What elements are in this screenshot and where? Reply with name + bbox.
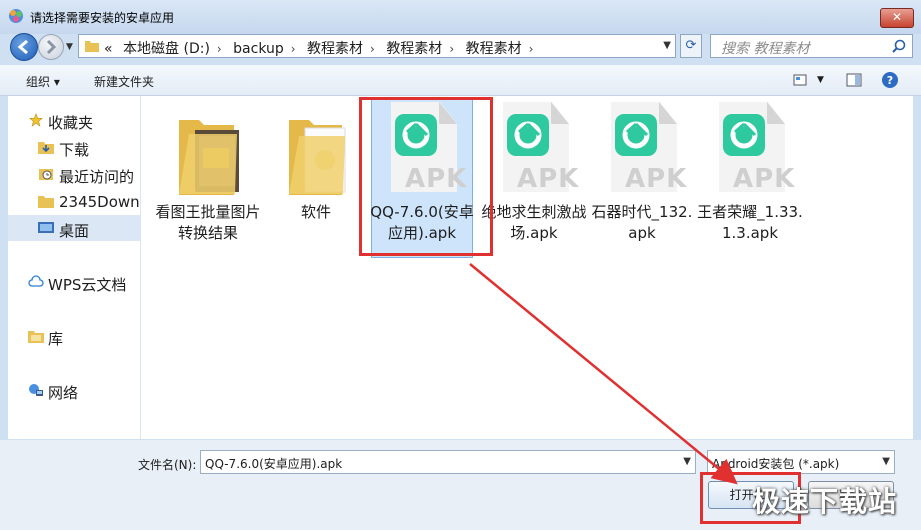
recent-icon — [39, 169, 53, 180]
apk-file-icon: APK — [713, 102, 794, 198]
sidebar-item-label: 收藏夹 — [48, 114, 94, 132]
folder-icon — [38, 196, 54, 208]
view-options-icon[interactable] — [792, 71, 810, 89]
breadcrumb-item[interactable]: backup — [233, 41, 284, 57]
sidebar-item-label: 最近访问的 — [59, 168, 135, 186]
command-toolbar: 组织 ▾ 新建文件夹 ▼ ? — [0, 65, 921, 96]
android-app-logo-icon — [723, 114, 765, 156]
folder-icon — [179, 120, 239, 195]
download-folder-icon — [38, 142, 54, 154]
app-icon — [9, 9, 23, 23]
file-item-folder[interactable]: 软件 — [261, 96, 371, 266]
folder-icon — [85, 41, 99, 52]
sidebar-item-library[interactable]: 库 — [8, 323, 140, 349]
sidebar-item-recent[interactable]: 最近访问的 — [8, 161, 140, 187]
file-item-apk[interactable]: APK 绝地求生刺激战场.apk — [479, 96, 589, 266]
breadcrumb-item[interactable]: 本地磁盘 (D:) — [123, 41, 210, 57]
close-button[interactable]: ✕ — [880, 8, 914, 28]
file-item-apk[interactable]: APK 石器时代_132.apk — [587, 96, 697, 266]
file-name: 石器时代_132.apk — [591, 203, 693, 242]
refresh-icon: ⟳ — [685, 38, 697, 53]
filename-input[interactable]: QQ-7.6.0(安卓应用).apk ▼ — [200, 450, 696, 474]
filename-label: 文件名(N): — [138, 458, 197, 472]
help-icon[interactable]: ? — [881, 71, 899, 89]
apk-label: APK — [517, 164, 580, 194]
breadcrumb: « 本地磁盘 (D:) › backup › 教程素材 › 教程素材 › 教程素材 › — [104, 38, 540, 58]
sidebar-item-label: 桌面 — [59, 222, 90, 240]
breadcrumb-item[interactable]: 教程素材 — [466, 41, 522, 57]
search-input[interactable]: 搜索 教程素材 — [710, 34, 913, 58]
file-name: 绝地求生刺激战场.apk — [481, 203, 587, 242]
filename-history-dropdown[interactable]: ▼ — [683, 456, 691, 467]
arrow-right-icon — [46, 39, 57, 55]
sidebar-item-label: 2345Down — [59, 193, 140, 211]
organize-button[interactable]: 组织 ▾ — [26, 73, 60, 90]
sidebar-item-label: 网络 — [48, 384, 79, 402]
sidebar-item-label: 下载 — [59, 141, 90, 159]
navigation-pane: 收藏夹 下载 最近访问的 2345Down 桌面 WPS云文档 库 网络 — [8, 96, 141, 439]
preview-pane-icon[interactable] — [845, 71, 863, 89]
recent-locations-dropdown[interactable]: ▼ — [66, 42, 73, 52]
sidebar-item-downloads[interactable]: 下载 — [8, 134, 140, 160]
breadcrumb-separator[interactable]: › — [370, 42, 375, 56]
file-open-dialog: 请选择需要安装的安卓应用 ✕ ▼ « 本地磁盘 (D:) › backup › 教程… — [0, 0, 921, 530]
breadcrumb-separator[interactable]: › — [449, 42, 454, 56]
search-placeholder: 搜索 教程素材 — [721, 41, 810, 57]
apk-file-icon: APK — [605, 102, 686, 198]
breadcrumb-separator[interactable]: › — [291, 42, 296, 56]
apk-file-icon: APK — [385, 102, 466, 198]
folder-icon — [289, 120, 346, 195]
breadcrumb-prefix[interactable]: « — [104, 41, 113, 57]
breadcrumb-separator[interactable]: › — [217, 42, 222, 56]
sidebar-item-2345down[interactable]: 2345Down — [8, 188, 140, 214]
android-app-logo-icon — [507, 114, 549, 156]
android-app-logo-icon — [615, 114, 657, 156]
file-name: 软件 — [300, 203, 331, 221]
apk-label: APK — [625, 164, 688, 194]
network-icon — [29, 384, 43, 396]
file-name: 看图王批量图片转换结果 — [155, 203, 261, 242]
breadcrumb-item[interactable]: 教程素材 — [307, 41, 363, 57]
title-bar: 请选择需要安装的安卓应用 ✕ — [0, 0, 921, 34]
apk-label: APK — [733, 164, 796, 194]
sidebar-item-favorites[interactable]: 收藏夹 — [8, 107, 140, 133]
apk-file-icon: APK — [497, 102, 578, 198]
sidebar-item-desktop[interactable]: 桌面 — [8, 215, 140, 241]
filename-value: QQ-7.6.0(安卓应用).apk — [205, 457, 343, 471]
desktop-icon — [38, 222, 54, 233]
cloud-icon — [28, 275, 44, 287]
android-app-logo-icon — [395, 114, 437, 156]
view-options-dropdown[interactable]: ▼ — [817, 75, 824, 85]
file-name: QQ-7.6.0(安卓应用).apk — [370, 203, 474, 242]
window-title: 请选择需要安装的安卓应用 — [30, 11, 175, 25]
arrow-left-icon — [17, 39, 28, 55]
sidebar-item-network[interactable]: 网络 — [8, 377, 140, 403]
file-item-folder[interactable]: 看图王批量图片转换结果 — [153, 96, 263, 266]
file-list: 看图王批量图片转换结果 软件 APK QQ-7.6.0(安卓应用).apk AP… — [141, 96, 913, 439]
sidebar-item-wps-cloud[interactable]: WPS云文档 — [8, 269, 140, 295]
library-icon — [28, 331, 44, 343]
file-name: 王者荣耀_1.33.1.3.apk — [697, 203, 803, 242]
breadcrumb-separator[interactable]: › — [529, 42, 534, 56]
apk-label: APK — [405, 164, 468, 194]
address-history-dropdown[interactable]: ▼ — [663, 40, 671, 51]
back-button[interactable] — [10, 33, 38, 61]
sidebar-item-label: 库 — [48, 330, 64, 348]
svg-text:?: ? — [887, 74, 893, 87]
new-folder-button[interactable]: 新建文件夹 — [94, 73, 154, 90]
forward-button[interactable] — [38, 34, 64, 60]
file-item-apk[interactable]: APK QQ-7.6.0(安卓应用).apk — [367, 96, 477, 266]
breadcrumb-item[interactable]: 教程素材 — [386, 41, 442, 57]
file-item-apk[interactable]: APK 王者荣耀_1.33.1.3.apk — [695, 96, 805, 266]
search-icon — [892, 39, 906, 53]
filetype-value: Android安装包 (*.apk) — [712, 457, 840, 471]
address-bar[interactable]: « 本地磁盘 (D:) › backup › 教程素材 › 教程素材 › 教程素材 › ▼ — [78, 34, 676, 58]
chevron-down-icon: ▼ — [882, 456, 890, 467]
watermark: 极速下载站 — [752, 485, 898, 518]
refresh-button[interactable]: ⟳ — [680, 34, 702, 58]
navigation-bar: ▼ « 本地磁盘 (D:) › backup › 教程素材 › 教程素材 › 教程素材 ›… — [0, 30, 921, 63]
filetype-select[interactable]: Android安装包 (*.apk) ▼ — [707, 450, 895, 474]
star-icon — [29, 113, 43, 127]
sidebar-item-label: WPS云文档 — [48, 276, 127, 294]
